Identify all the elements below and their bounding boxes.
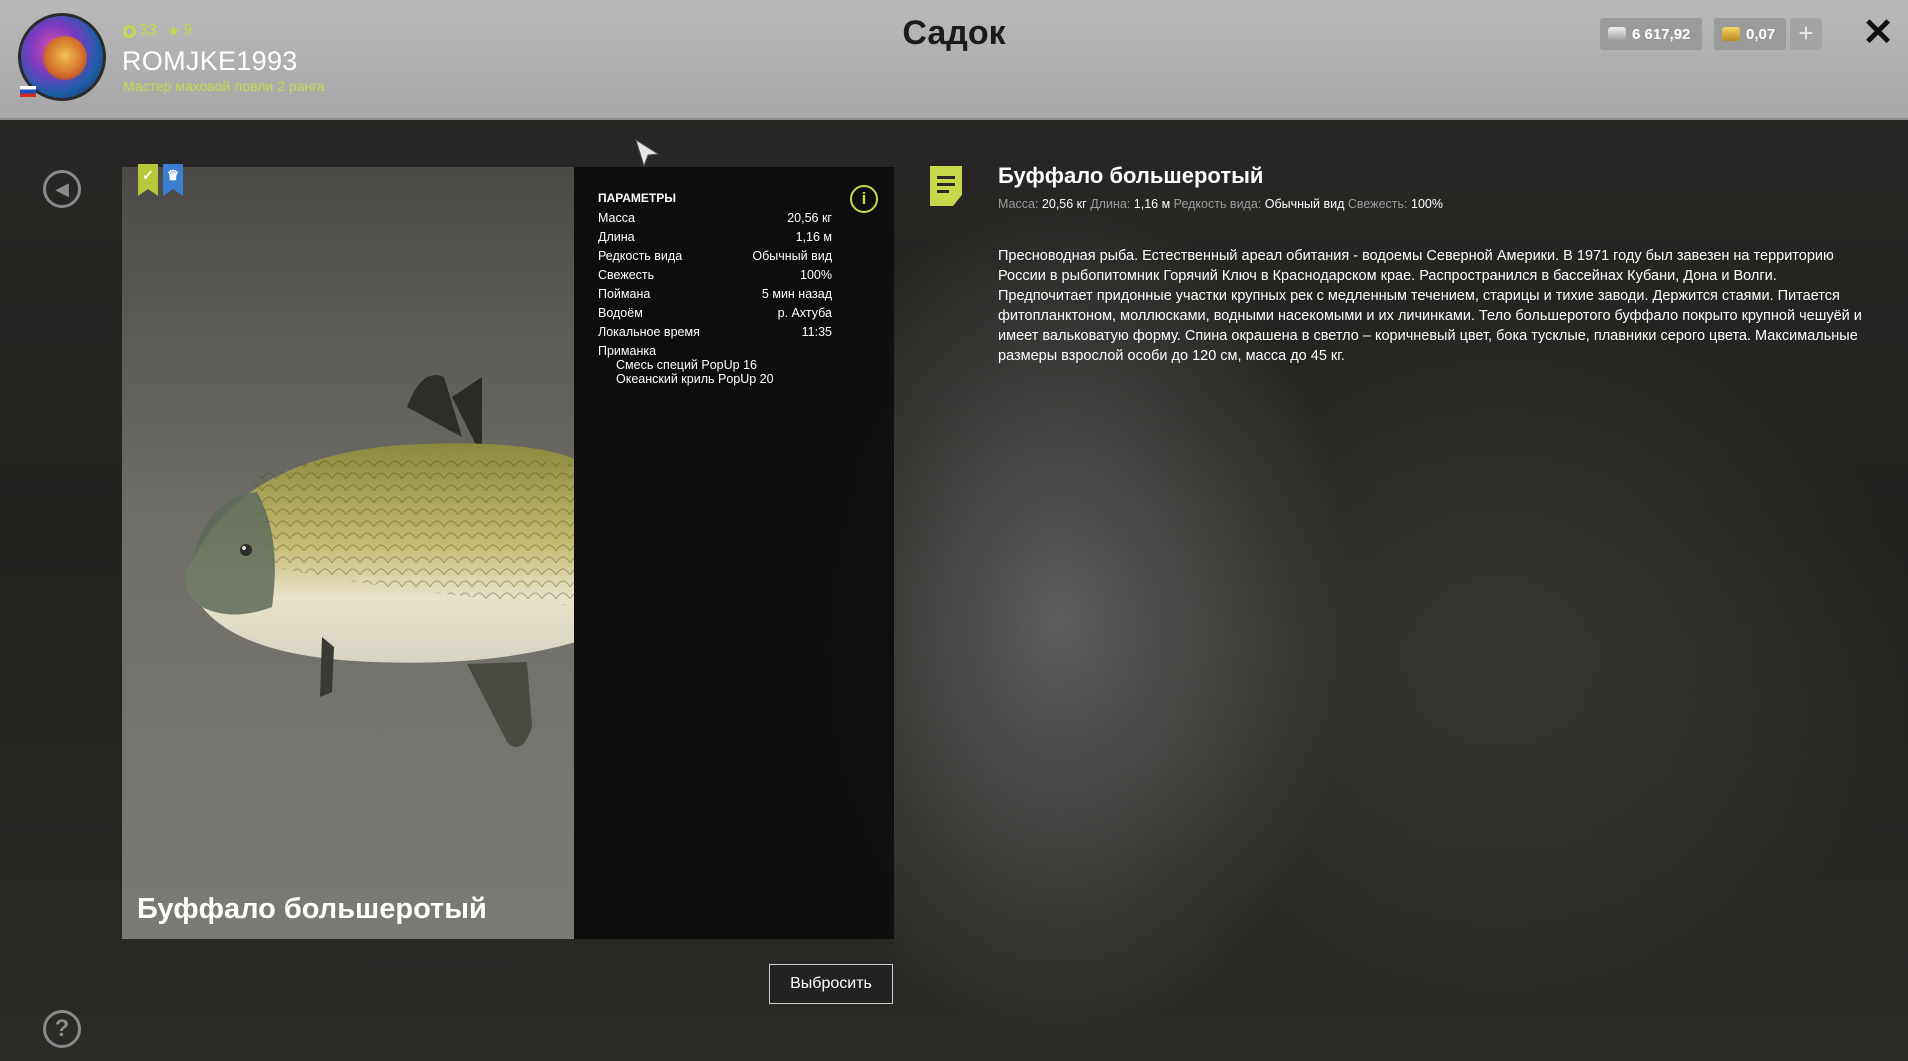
document-line bbox=[937, 190, 949, 193]
bait-label: Приманка bbox=[598, 344, 657, 358]
meta-value: Обычный вид bbox=[1264, 197, 1345, 211]
param-label: Поймана bbox=[598, 287, 651, 301]
param-value: 1,16 м bbox=[795, 230, 832, 244]
add-currency-button[interactable]: + bbox=[1790, 18, 1822, 50]
meta-key: Длина: bbox=[1090, 197, 1131, 211]
document-line bbox=[937, 183, 955, 186]
param-label: Масса bbox=[598, 211, 635, 225]
param-value: 5 мин назад bbox=[761, 287, 832, 301]
param-label: Водоём bbox=[598, 306, 643, 320]
meta-value: 1,16 м bbox=[1133, 197, 1171, 211]
meta-value: 100% bbox=[1411, 197, 1443, 211]
back-button[interactable]: ◀ bbox=[43, 170, 81, 208]
gold-coin-icon bbox=[1722, 27, 1740, 41]
param-label: Редкость вида bbox=[598, 249, 683, 263]
silver-value: 6 617,92 bbox=[1632, 25, 1691, 43]
bait-item: Смесь специй PopUp 16 bbox=[616, 358, 757, 372]
param-row-rarity: Редкость вида Обычный вид bbox=[598, 249, 832, 263]
param-row-length: Длина 1,16 м bbox=[598, 230, 832, 244]
param-value: 100% bbox=[800, 268, 832, 282]
param-row-freshness: Свежесть 100% bbox=[598, 268, 832, 282]
bait-item: Океанский криль PopUp 20 bbox=[616, 372, 774, 386]
meta-key: Редкость вида: bbox=[1173, 197, 1262, 211]
param-value: Обычный вид bbox=[752, 249, 832, 263]
question-icon: ? bbox=[54, 1015, 70, 1042]
silver-balance[interactable]: 6 617,92 bbox=[1600, 18, 1702, 50]
param-label: Свежесть bbox=[598, 268, 655, 282]
param-row-caught: Поймана 5 мин назад bbox=[598, 287, 832, 301]
discard-button[interactable]: Выбросить bbox=[769, 964, 893, 1004]
silver-coin-icon bbox=[1608, 27, 1626, 41]
param-row-waterbody: Водоём р. Ахтуба bbox=[598, 306, 832, 320]
param-label: Длина bbox=[598, 230, 635, 244]
fish-illustration bbox=[186, 375, 574, 747]
meta-value: 20,56 кг bbox=[1041, 197, 1087, 211]
param-row-mass: Масса 20,56 кг bbox=[598, 211, 832, 225]
gold-value: 0,07 bbox=[1746, 25, 1776, 43]
back-arrow-icon: ◀ bbox=[55, 179, 69, 199]
meta-key: Свежесть: bbox=[1347, 197, 1408, 211]
top-bar: 33 ★ 9 ROMJKE1993 Мастер маховой ловли 2… bbox=[0, 0, 1908, 120]
gold-balance[interactable]: 0,07 bbox=[1714, 18, 1786, 50]
info-icon[interactable]: i bbox=[850, 185, 878, 213]
document-line bbox=[937, 176, 955, 179]
meta-key: Масса: bbox=[998, 197, 1039, 211]
player-rank: Мастер маховой ловли 2 ранга bbox=[123, 78, 325, 94]
description-title: Буффало большеротый bbox=[998, 163, 1264, 188]
param-value: 20,56 кг bbox=[787, 211, 832, 225]
description-meta: Масса: 20,56 кг Длина: 1,16 м Редкость в… bbox=[998, 197, 1443, 211]
fish-image-panel bbox=[122, 167, 574, 939]
close-button[interactable]: ✕ bbox=[1862, 14, 1894, 52]
fish-name-caption: Буффало большеротый bbox=[137, 893, 487, 925]
russia-flag-icon bbox=[20, 86, 36, 97]
parameters-title: ПАРАМЕТРЫ bbox=[598, 191, 676, 205]
description-text: Пресноводная рыба. Естественный ареал об… bbox=[998, 248, 1862, 364]
document-icon bbox=[930, 166, 962, 206]
mouse-cursor-icon bbox=[635, 138, 660, 168]
param-value: р. Ахтуба bbox=[777, 306, 832, 320]
param-row-local-time: Локальное время 11:35 bbox=[598, 325, 832, 339]
parameters-panel: ПАРАМЕТРЫ i Масса 20,56 кг Длина 1,16 м … bbox=[574, 167, 894, 939]
param-value: 11:35 bbox=[801, 325, 832, 339]
param-label: Локальное время bbox=[598, 325, 700, 339]
help-button[interactable]: ? bbox=[43, 1010, 81, 1048]
